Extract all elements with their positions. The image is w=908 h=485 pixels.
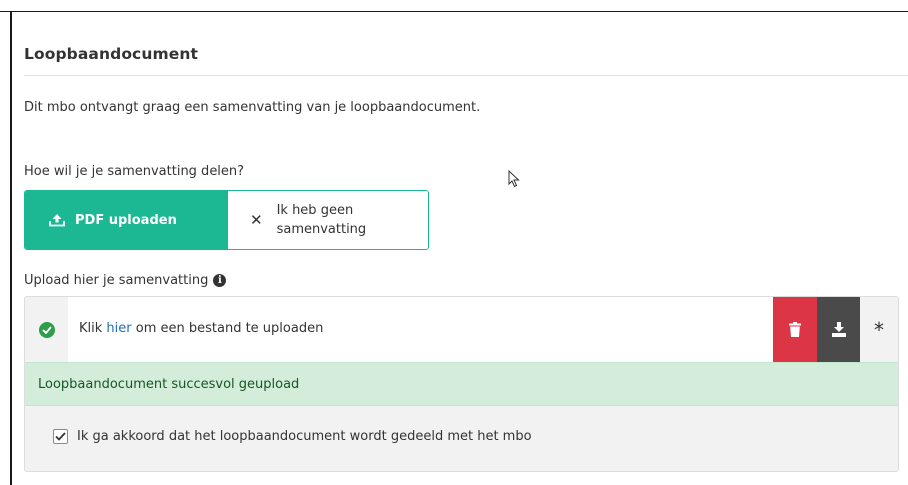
delete-button[interactable]: [773, 297, 817, 362]
agreement-label: Ik ga akkoord dat het loopbaandocument w…: [77, 429, 532, 444]
file-row: Klik hier om een bestand te uploaden *: [25, 297, 898, 362]
section-title: Loopbaandocument: [24, 45, 198, 63]
no-summary-option[interactable]: ✕ Ik heb geen samenvatting: [228, 191, 428, 249]
trash-icon: [789, 322, 801, 337]
share-question: Hoe wil je je samenvatting delen?: [24, 164, 245, 179]
upload-label-row: Upload hier je samenvatting i: [24, 273, 227, 288]
no-summary-label: Ik heb geen samenvatting: [276, 203, 367, 237]
download-button[interactable]: [817, 297, 860, 362]
file-status: [25, 297, 68, 362]
success-alert: Loopbaandocument succesvol geupload: [25, 362, 898, 406]
close-icon: ✕: [250, 211, 263, 229]
share-toggle: PDF uploaden ✕ Ik heb geen samenvatting: [24, 190, 429, 250]
window-frame-top: [0, 0, 908, 12]
upload-label: Upload hier je samenvatting: [24, 273, 209, 288]
agreement-row[interactable]: Ik ga akkoord dat het loopbaandocument w…: [53, 429, 532, 444]
upload-instruction-suffix: om een bestand te uploaden: [131, 321, 324, 336]
agreement-checkbox[interactable]: [53, 429, 68, 444]
window-frame-left: [10, 12, 12, 485]
download-icon: [831, 322, 846, 337]
upload-instruction-prefix: Klik: [79, 321, 107, 336]
upload-icon: [49, 213, 65, 227]
upload-instruction: Klik hier om een bestand te uploaden: [79, 321, 323, 336]
intro-text: Dit mbo ontvangt graag een samenvatting …: [24, 100, 481, 115]
required-marker: *: [860, 297, 898, 362]
pdf-upload-label: PDF uploaden: [75, 212, 177, 228]
upload-card: Klik hier om een bestand te uploaden * L…: [24, 296, 899, 472]
upload-link[interactable]: hier: [106, 321, 131, 336]
mouse-cursor-icon: [508, 170, 520, 188]
info-icon[interactable]: i: [213, 274, 227, 287]
checkmark-icon: [55, 432, 66, 441]
pdf-upload-option[interactable]: PDF uploaden: [25, 191, 228, 249]
check-circle-icon: [38, 321, 55, 338]
divider: [24, 75, 908, 76]
